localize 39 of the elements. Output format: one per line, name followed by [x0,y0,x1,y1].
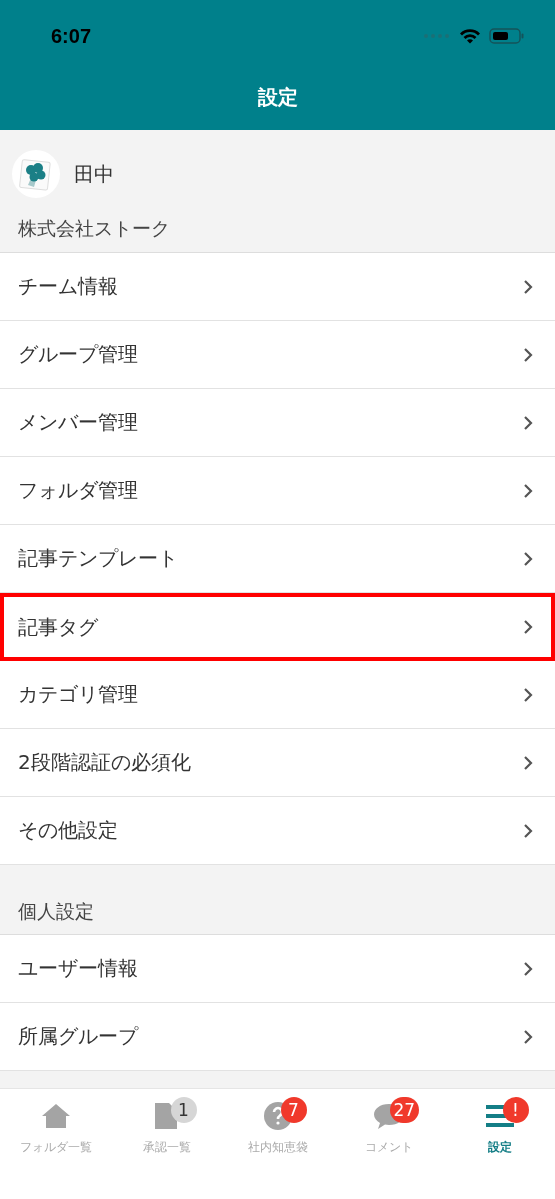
count-badge: ! [502,1097,529,1123]
user-name: 田中 [74,160,114,188]
avatar-icon [12,150,60,198]
chevron-icon [523,278,533,295]
chevron-icon [523,1028,533,1045]
battery-icon [489,28,525,44]
settings-item[interactable]: 所属グループ [0,1003,555,1071]
settings-item[interactable]: グループ管理 [0,321,555,389]
section-header: 株式会社ストーク [18,216,170,241]
signal-icon [423,33,451,39]
count-badge: 27 [389,1097,420,1123]
chevron-icon [523,346,533,363]
chevron-icon [523,414,533,431]
section-header: 個人設定 [18,898,94,924]
wifi-icon [459,28,481,44]
chevron-icon [523,754,533,771]
tab-item[interactable]: ! 設定 [444,1099,555,1156]
tab-item[interactable]: 7 社内知恵袋 [222,1099,333,1156]
screen-title: 設定 [257,84,298,111]
settings-item[interactable]: 記事テンプレート [0,525,555,593]
settings-item[interactable]: カテゴリ管理 [0,661,555,729]
chevron-icon [523,482,533,499]
settings-item[interactable]: その他設定 [0,797,555,865]
settings-item[interactable]: メンバー管理 [0,389,555,457]
settings-item[interactable]: フォルダ管理 [0,457,555,525]
settings-item[interactable]: ユーザー情報 [0,935,555,1003]
tab-item[interactable]: 1 承認一覧 [111,1099,222,1156]
chevron-icon [523,960,533,977]
chevron-icon [523,619,533,635]
count-badge: 1 [170,1097,197,1123]
tab-item[interactable]: 27 コメント [333,1099,444,1156]
chevron-icon [523,822,533,839]
status-time: 6:07 [51,24,92,48]
settings-item[interactable]: 2段階認証の必須化 [0,729,555,797]
settings-item[interactable]: チーム情報 [0,253,555,321]
settings-item[interactable]: 記事タグ [0,593,555,661]
chevron-icon [523,550,533,567]
chevron-icon [523,686,533,703]
count-badge: 7 [280,1097,307,1123]
